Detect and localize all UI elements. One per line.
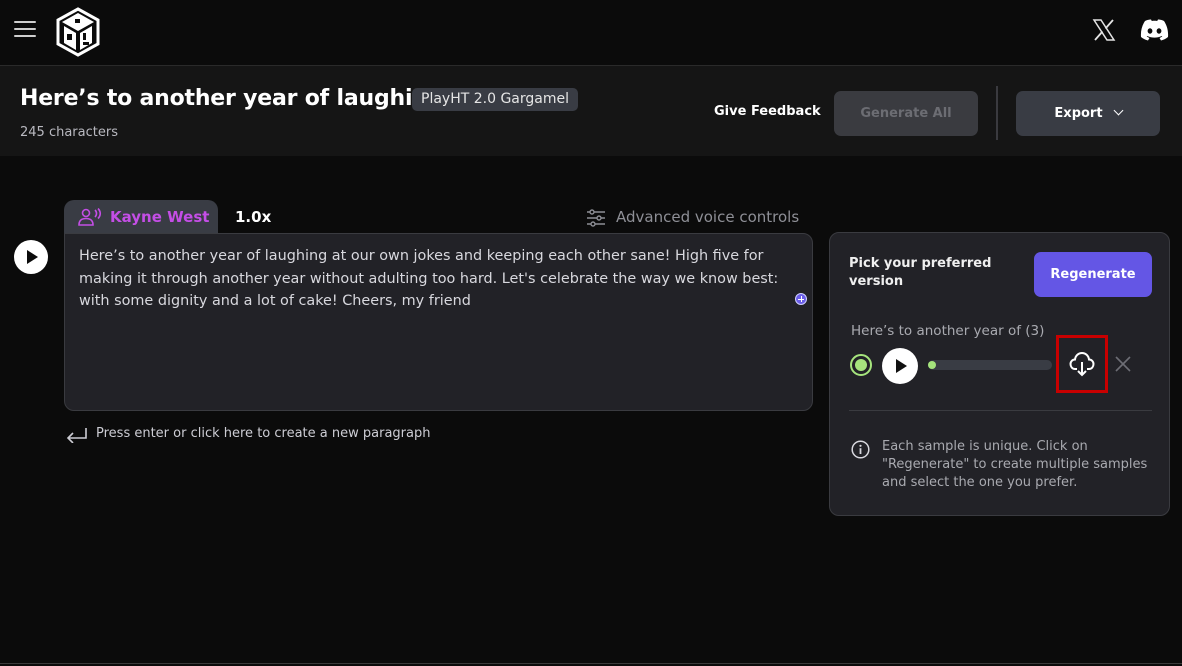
- progress-knob[interactable]: [928, 361, 936, 369]
- project-header: Here’s to another year of laughi... Play…: [0, 66, 1182, 156]
- speed-selector[interactable]: 1.0x: [235, 208, 271, 226]
- advanced-voice-controls-button[interactable]: Advanced voice controls: [586, 208, 800, 227]
- export-button[interactable]: Export: [1016, 91, 1160, 136]
- paragraph-text[interactable]: Here’s to another year of laughing at ou…: [79, 245, 799, 313]
- add-pause-icon[interactable]: [795, 293, 807, 305]
- panel-title: Pick your preferred version: [849, 256, 992, 289]
- sample-select-radio[interactable]: [850, 354, 872, 376]
- give-feedback-button[interactable]: Give Feedback: [714, 104, 821, 119]
- header-divider: [996, 86, 998, 140]
- cloud-download-icon: [1069, 351, 1095, 377]
- paragraph-editor[interactable]: Here’s to another year of laughing at ou…: [64, 233, 813, 411]
- generate-all-button[interactable]: Generate All: [834, 91, 978, 136]
- voice-name: Kayne West: [110, 208, 210, 226]
- playht-logo[interactable]: [55, 7, 101, 57]
- top-navbar: [0, 0, 1182, 66]
- version-picker-panel: Pick your preferred version Regenerate H…: [829, 232, 1170, 516]
- x-icon[interactable]: [1092, 18, 1116, 42]
- bottom-divider: [0, 663, 1182, 664]
- voice-selector-tab[interactable]: Kayne West: [64, 200, 218, 234]
- new-paragraph-label: Press enter or click here to create a ne…: [96, 426, 431, 441]
- sample-progress-slider[interactable]: [928, 360, 1052, 370]
- export-label: Export: [1054, 106, 1103, 121]
- hamburger-menu-icon[interactable]: [14, 21, 36, 39]
- remove-sample-icon[interactable]: [1114, 355, 1132, 373]
- regenerate-button[interactable]: Regenerate: [1034, 252, 1152, 297]
- advanced-voice-controls-label: Advanced voice controls: [616, 208, 800, 226]
- character-count: 245 characters: [20, 125, 118, 140]
- model-badge[interactable]: PlayHT 2.0 Gargamel: [412, 88, 578, 111]
- enter-arrow-icon: [66, 428, 87, 443]
- sliders-icon: [587, 209, 605, 227]
- panel-divider: [849, 410, 1152, 411]
- info-text: Each sample is unique. Click on "Regener…: [882, 439, 1148, 490]
- play-sample-button[interactable]: [882, 348, 918, 384]
- project-title[interactable]: Here’s to another year of laughi...: [20, 86, 437, 111]
- chevron-down-icon: [1113, 105, 1124, 116]
- voice-speaker-icon: [78, 208, 102, 226]
- sample-label: Here’s to another year of (3): [851, 323, 1045, 339]
- info-icon: [851, 440, 870, 459]
- new-paragraph-hint[interactable]: Press enter or click here to create a ne…: [66, 426, 431, 443]
- play-paragraph-button[interactable]: [14, 240, 48, 274]
- discord-icon[interactable]: [1140, 19, 1169, 41]
- download-sample-button[interactable]: [1056, 335, 1108, 393]
